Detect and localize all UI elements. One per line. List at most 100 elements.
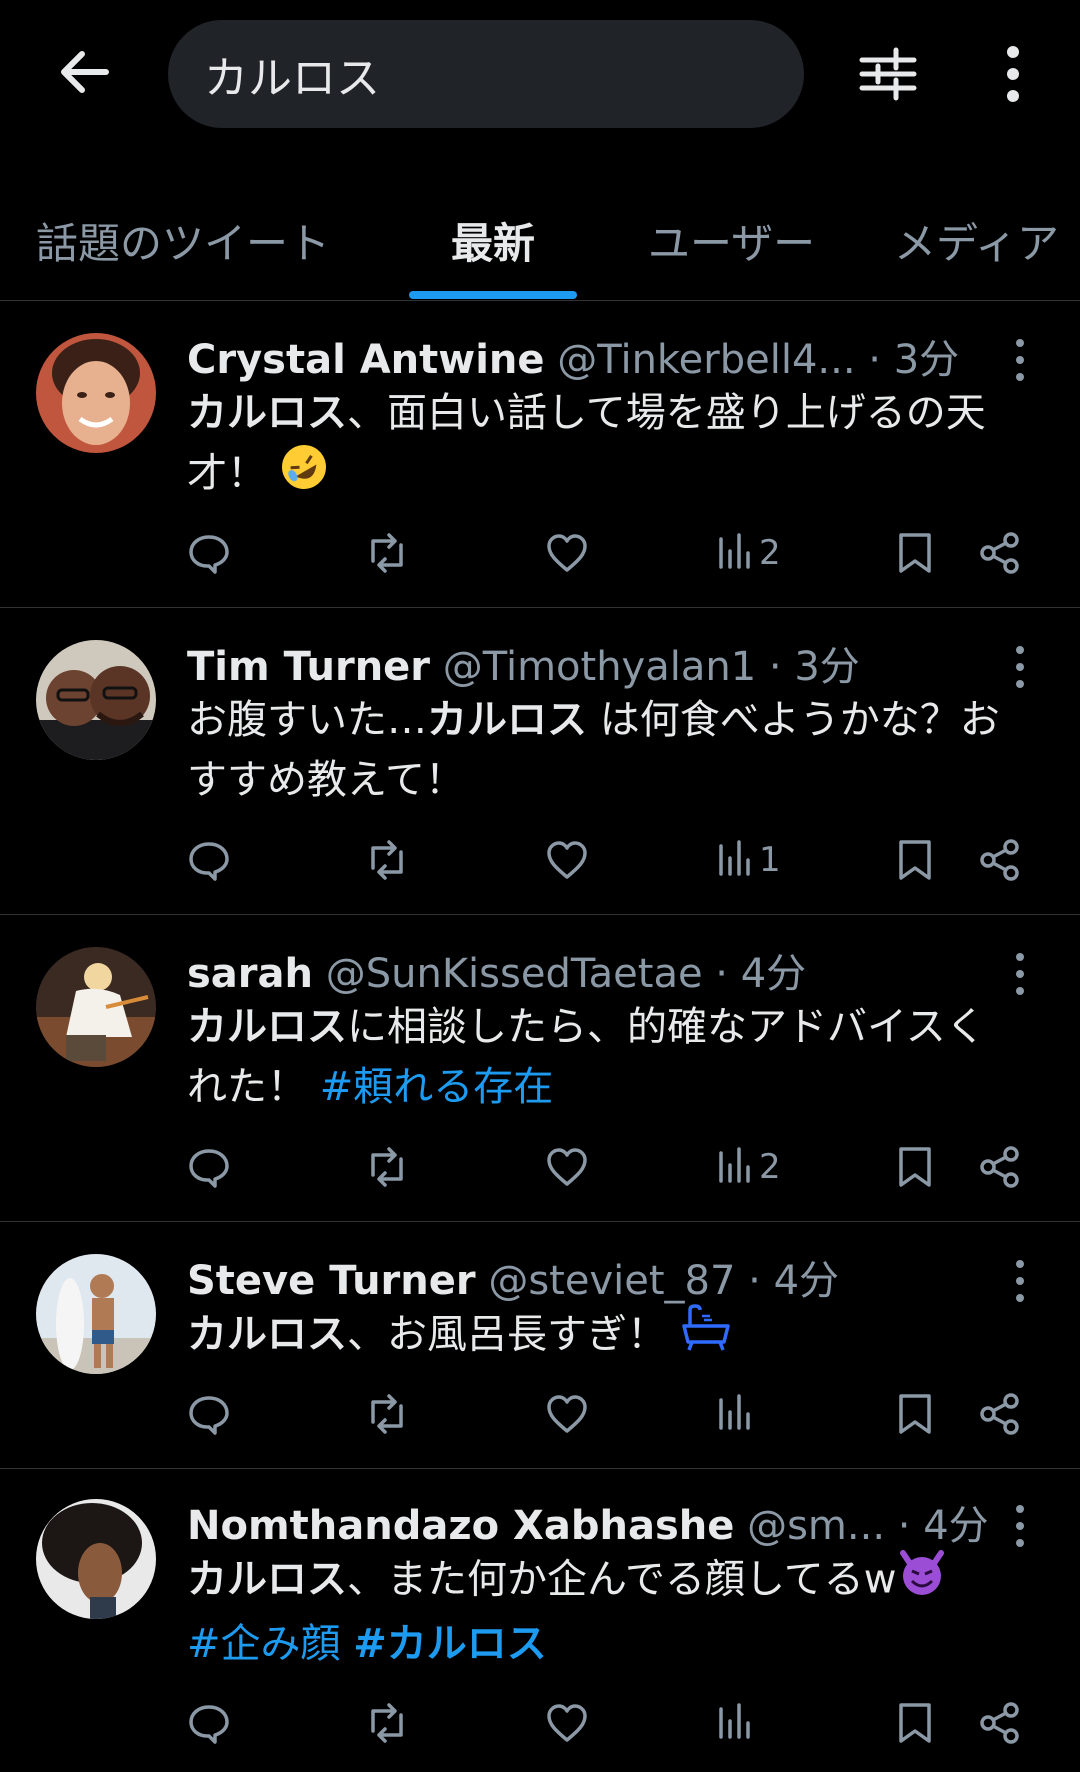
author-handle[interactable]: @sm... [747,1503,885,1549]
views-stat[interactable]: 2 [717,1139,781,1195]
post[interactable]: sarah @SunKissedTaetae · 4分 カルロスに相談したら、的… [0,915,1080,1222]
author-name[interactable]: Steve Turner [187,1258,476,1304]
post-text: お腹すいた…カルロス は何食べようかな？おすすめ教えて！ [187,690,1017,810]
post-header: Tim Turner @Timothyalan1 · 3分 [187,634,860,692]
retweet-icon[interactable] [363,832,411,888]
bookmark-icon[interactable] [897,1139,933,1195]
keyword-highlight: カルロス [187,1004,347,1050]
like-heart-icon[interactable] [545,525,589,581]
like-heart-icon[interactable] [545,832,589,888]
hashtag-link[interactable]: #企み顔 [187,1621,341,1667]
reply-icon[interactable] [187,832,231,888]
avatar[interactable] [36,640,156,760]
filter-sliders-icon[interactable] [856,42,920,106]
post-actions: 1 [187,832,1027,888]
post[interactable]: Crystal Antwine @Tinkerbell4... · 3分 カルロ… [0,301,1080,608]
views-stat[interactable] [717,1695,759,1751]
keyword-highlight: カルロス [187,1556,347,1603]
like-heart-icon[interactable] [545,1695,589,1751]
post[interactable]: Tim Turner @Timothyalan1 · 3分 お腹すいた…カルロス… [0,608,1080,915]
bookmark-icon[interactable] [897,525,933,581]
views-stat[interactable] [717,1386,759,1442]
back-arrow-icon[interactable] [52,40,116,104]
author-name[interactable]: Crystal Antwine [187,337,545,383]
share-icon[interactable] [979,832,1021,888]
retweet-icon[interactable] [363,1695,411,1751]
post-text: カルロス、また何か企んでる顔してるw #企み顔 #カルロス [187,1549,1017,1674]
reply-icon[interactable] [187,525,231,581]
reply-icon[interactable] [187,1386,231,1442]
post-header: Nomthandazo Xabhashe @sm... · 4分 [187,1493,989,1551]
rolling-laughing-emoji-icon [280,443,328,508]
post-text-pre: お腹すいた… [187,697,427,743]
post-actions [187,1695,1027,1751]
views-count: 2 [759,1147,781,1187]
post-more-icon[interactable] [1006,1501,1034,1551]
post[interactable]: Nomthandazo Xabhashe @sm... · 4分 カルロス、また… [0,1469,1080,1772]
avatar[interactable] [36,1254,156,1374]
separator-dot: · [748,1258,761,1304]
views-stat[interactable]: 2 [717,525,781,581]
author-name[interactable]: sarah [187,951,313,997]
author-handle[interactable]: @Tinkerbell4... [557,337,855,383]
bathtub-emoji-icon [680,1304,732,1369]
post-actions [187,1386,1027,1442]
post[interactable]: Steve Turner @steviet_87 · 4分 カルロス、お風呂長す… [0,1222,1080,1469]
avatar[interactable] [36,1499,156,1619]
reply-icon[interactable] [187,1139,231,1195]
like-heart-icon[interactable] [545,1386,589,1442]
retweet-icon[interactable] [363,1139,411,1195]
author-handle[interactable]: @Timothyalan1 [443,644,756,690]
tab-media[interactable]: メディア [894,210,1059,271]
bookmark-icon[interactable] [897,1386,933,1442]
post-text: カルロスに相談したら、的確なアドバイスくれた！ #頼れる存在 [187,997,1017,1117]
views-chart-icon [717,838,753,882]
post-more-icon[interactable] [1006,949,1034,999]
author-handle[interactable]: @SunKissedTaetae [326,951,703,997]
avatar[interactable] [36,333,156,453]
post-time: 4分 [773,1258,840,1304]
separator-dot: · [715,951,729,997]
post-more-icon[interactable] [1006,335,1034,385]
active-tab-indicator [409,291,577,299]
author-handle[interactable]: @steviet_87 [488,1258,735,1304]
post-header: sarah @SunKissedTaetae · 4分 [187,941,806,999]
smiling-devil-emoji-icon [897,1549,947,1614]
post-more-icon[interactable] [1006,1256,1034,1306]
tab-top[interactable]: 話題のツイート [36,210,330,271]
retweet-icon[interactable] [363,525,411,581]
bookmark-icon[interactable] [897,832,933,888]
views-count: 2 [759,533,781,573]
avatar[interactable] [36,947,156,1067]
views-chart-icon [717,1701,753,1745]
hashtag-link[interactable]: #頼れる存在 [320,1064,554,1110]
views-stat[interactable]: 1 [717,832,781,888]
share-icon[interactable] [979,1386,1021,1442]
share-icon[interactable] [979,1139,1021,1195]
search-tabs: 話題のツイート 最新 ユーザー メディア [0,190,1080,301]
author-name[interactable]: Tim Turner [187,644,430,690]
retweet-icon[interactable] [363,1386,411,1442]
bookmark-icon[interactable] [897,1695,933,1751]
share-icon[interactable] [979,525,1021,581]
views-chart-icon [717,531,753,575]
tab-latest[interactable]: 最新 [451,210,535,271]
post-time: 4分 [740,951,807,997]
post-more-icon[interactable] [1006,642,1034,692]
hashtag-link[interactable]: #カルロス [353,1621,547,1667]
like-heart-icon[interactable] [545,1139,589,1195]
share-icon[interactable] [979,1695,1021,1751]
reply-icon[interactable] [187,1695,231,1751]
search-query: カルロス [204,53,380,104]
tab-people[interactable]: ユーザー [648,210,815,271]
more-options-icon[interactable] [988,42,1038,106]
search-input[interactable]: カルロス [168,20,804,128]
top-bar: カルロス [0,0,1080,150]
author-name[interactable]: Nomthandazo Xabhashe [187,1503,734,1549]
separator-dot: · [768,644,782,690]
views-count: 1 [759,840,781,880]
post-time: 3分 [794,644,860,690]
post-text-content: 、お風呂長すぎ！ [347,1311,667,1358]
post-header: Steve Turner @steviet_87 · 4分 [187,1248,839,1306]
separator-dot: · [897,1503,911,1549]
